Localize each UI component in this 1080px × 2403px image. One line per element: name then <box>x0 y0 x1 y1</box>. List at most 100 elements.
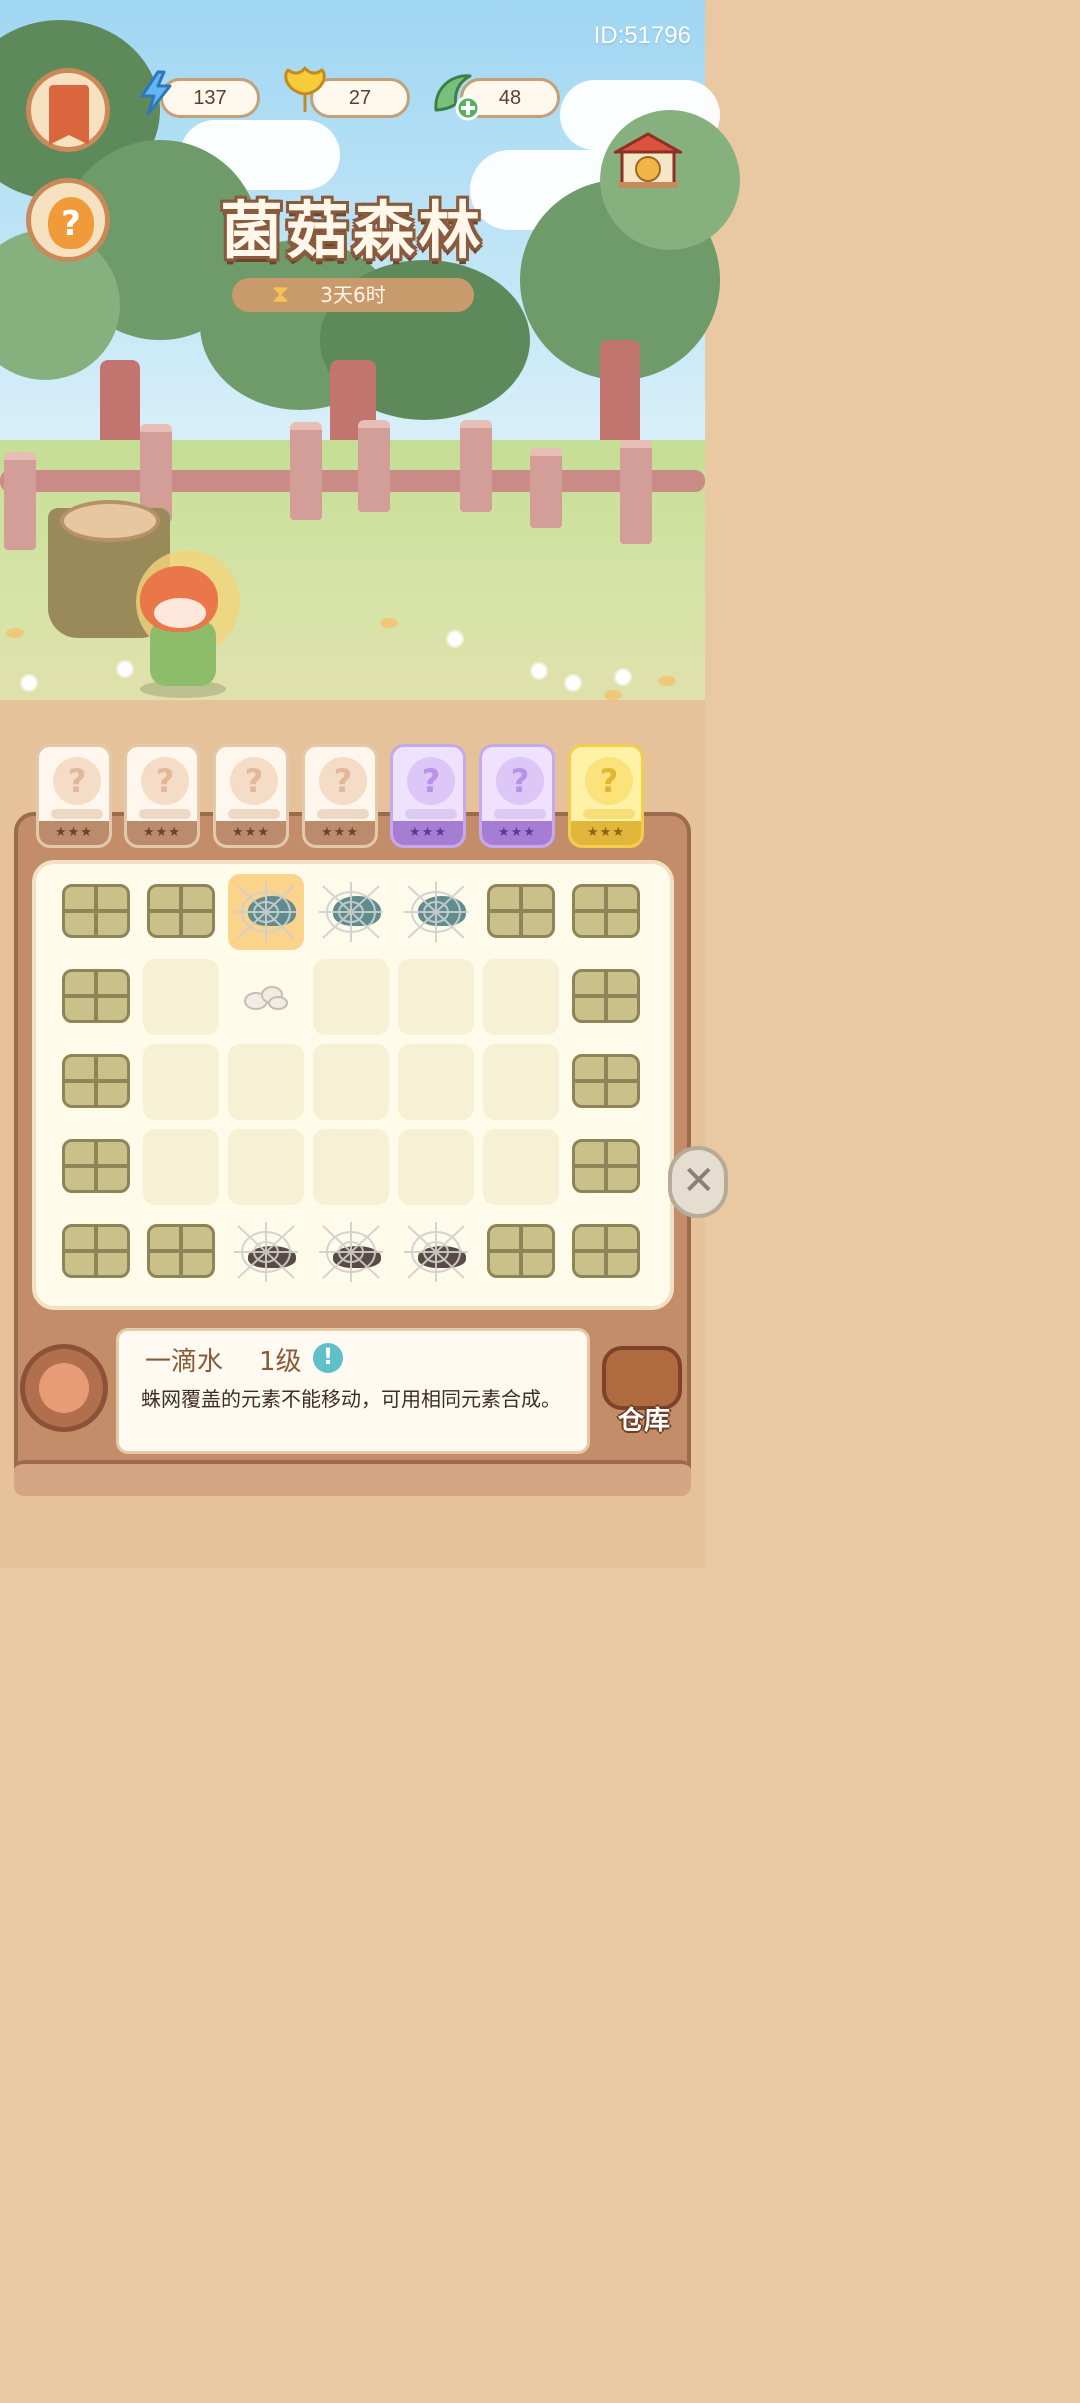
pebbles-icon <box>244 986 288 1010</box>
hay-bale-icon <box>62 1054 130 1108</box>
energy-value: 137 <box>193 87 227 109</box>
item-level: 1级 <box>259 1347 302 1377</box>
item-name: 一滴水 <box>145 1347 224 1377</box>
coin <box>658 676 676 686</box>
slot-bar <box>228 809 280 819</box>
question-icon: ? <box>407 757 455 805</box>
board-cell[interactable] <box>143 1129 219 1205</box>
warehouse-label: 仓库 <box>617 1406 670 1436</box>
cobweb-icon <box>404 1222 468 1282</box>
warehouse-button[interactable]: 仓库 <box>598 1340 690 1436</box>
fence-post <box>460 420 492 512</box>
flower <box>448 632 462 646</box>
board-cell[interactable] <box>228 1044 304 1120</box>
mystery-slot[interactable]: ? ★★★ <box>213 744 289 848</box>
hay-bale-icon <box>572 884 640 938</box>
question-icon: ? <box>53 757 101 805</box>
board-cell[interactable] <box>313 874 389 950</box>
question-icon: ? <box>319 757 367 805</box>
mystery-slot[interactable]: ? ★★★ <box>36 744 112 848</box>
mystery-slot[interactable]: ? ★★★ <box>124 744 200 848</box>
item-info-panel: 一滴水 1级 ! 蛛网覆盖的元素不能移动，可用相同元素合成。 <box>116 1328 590 1454</box>
board-cell[interactable] <box>483 874 559 950</box>
hourglass-icon: ⧗ <box>272 280 289 308</box>
board-cell[interactable] <box>398 1044 474 1120</box>
banner-icon <box>49 85 89 145</box>
board-cell[interactable] <box>568 1214 644 1290</box>
hay-bale-icon <box>572 969 640 1023</box>
flower <box>566 676 580 690</box>
board-cell[interactable] <box>568 959 644 1035</box>
board-cell[interactable] <box>313 959 389 1035</box>
board-cell[interactable] <box>568 1044 644 1120</box>
cobweb-icon <box>319 882 383 942</box>
tree-stump-top <box>60 500 160 542</box>
board-cell[interactable] <box>483 1214 559 1290</box>
cobweb-icon <box>404 882 468 942</box>
hay-bale-icon <box>487 884 555 938</box>
board-cell[interactable] <box>483 1044 559 1120</box>
question-icon: ? <box>496 757 544 805</box>
board-cell[interactable] <box>313 1044 389 1120</box>
cobweb-icon <box>234 882 298 942</box>
hay-bale-icon <box>487 1224 555 1278</box>
board-cell[interactable] <box>228 959 304 1035</box>
board-cell[interactable] <box>398 959 474 1035</box>
board-cell[interactable] <box>143 1214 219 1290</box>
board-cell[interactable] <box>313 1129 389 1205</box>
board-cell[interactable] <box>143 874 219 950</box>
mystery-slot-rare[interactable]: ? ★★★ <box>390 744 466 848</box>
board-cell[interactable] <box>483 959 559 1035</box>
question-icon: ? <box>585 757 633 805</box>
fence-post <box>4 452 36 550</box>
cobweb-covered-item <box>319 1222 383 1282</box>
slot-bar <box>494 809 546 819</box>
mystery-slot-epic[interactable]: ? ★★★ <box>568 744 644 848</box>
flower <box>616 670 630 684</box>
board-cell[interactable] <box>58 959 134 1035</box>
leaf-plus-icon[interactable] <box>430 70 481 121</box>
fence-post <box>358 420 390 512</box>
board-cell[interactable] <box>228 1214 304 1290</box>
item-info-button[interactable] <box>20 1344 108 1432</box>
fence-rail <box>0 470 705 492</box>
board-cell[interactable] <box>143 1044 219 1120</box>
cobweb-icon <box>234 1222 298 1282</box>
hay-bale-icon <box>572 1054 640 1108</box>
board-cell[interactable] <box>398 1129 474 1205</box>
slot-stars: ★★★ <box>571 821 641 845</box>
board-cell[interactable] <box>143 959 219 1035</box>
slot-bar <box>51 809 103 819</box>
hay-bale-icon <box>147 884 215 938</box>
event-timer: 3天6时 <box>232 278 474 312</box>
mystery-slot[interactable]: ? ★★★ <box>302 744 378 848</box>
board-cell[interactable] <box>228 1129 304 1205</box>
board-cell[interactable] <box>58 1044 134 1120</box>
hay-bale-icon <box>62 884 130 938</box>
slot-bar <box>139 809 191 819</box>
coin <box>380 618 398 628</box>
slot-bar <box>405 809 457 819</box>
board-cell[interactable] <box>58 874 134 950</box>
side-close-tab[interactable]: ✕ <box>668 1146 728 1218</box>
cobweb-covered-item <box>234 882 298 942</box>
mystery-slot-rare[interactable]: ? ★★★ <box>479 744 555 848</box>
board-cell[interactable] <box>483 1129 559 1205</box>
board-cell[interactable] <box>568 1129 644 1205</box>
coin <box>6 628 24 638</box>
slot-bar <box>583 809 635 819</box>
board-cell[interactable] <box>228 874 304 950</box>
question-icon: ? <box>141 757 189 805</box>
slot-stars: ★★★ <box>393 821 463 845</box>
question-icon: ? <box>230 757 278 805</box>
info-badge-icon[interactable]: ! <box>313 1343 343 1373</box>
board-cell[interactable] <box>568 874 644 950</box>
board-cell[interactable] <box>313 1214 389 1290</box>
hay-bale-icon <box>572 1139 640 1193</box>
board-cell[interactable] <box>398 874 474 950</box>
board-cell[interactable] <box>398 1214 474 1290</box>
banner-button[interactable] <box>26 68 110 152</box>
board-cell[interactable] <box>58 1129 134 1205</box>
board-cell[interactable] <box>58 1214 134 1290</box>
cobweb-covered-item <box>234 1222 298 1282</box>
